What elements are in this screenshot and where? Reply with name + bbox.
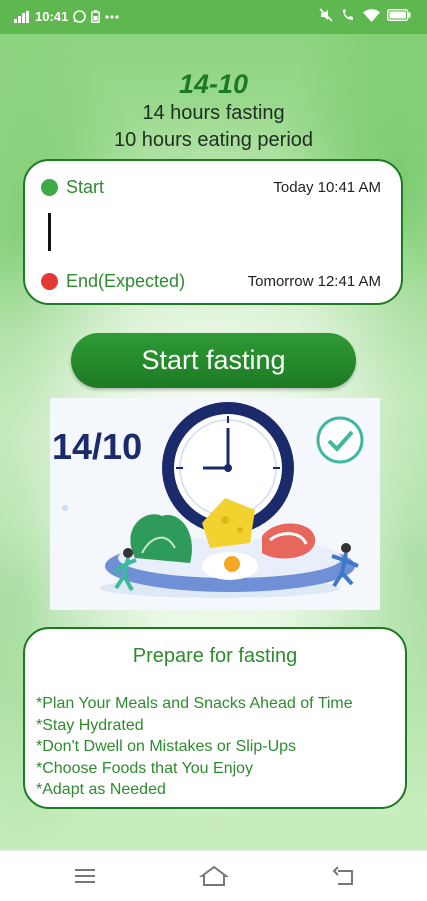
start-label-group: Start bbox=[41, 177, 104, 198]
whatsapp-icon bbox=[73, 10, 87, 23]
prepare-title: Prepare for fasting bbox=[132, 645, 298, 667]
signal-icon bbox=[14, 10, 29, 23]
fasting-illustration: 14/10 bbox=[50, 398, 380, 610]
battery-icon bbox=[387, 9, 411, 21]
timeline-bar bbox=[48, 213, 51, 251]
start-fasting-button[interactable]: Start fasting bbox=[71, 333, 356, 388]
end-row: End(Expected) Tomorrow 12:41 AM bbox=[41, 271, 381, 292]
list-item: *Plan Your Meals and Snacks Ahead of Tim… bbox=[36, 695, 353, 712]
start-label: Start bbox=[66, 177, 105, 197]
egg-icon bbox=[202, 552, 258, 580]
prepare-card: Prepare for fasting *Plan Your Meals and… bbox=[23, 627, 407, 809]
end-dot-icon bbox=[41, 273, 58, 290]
list-item: *Choose Foods that You Enjoy bbox=[36, 759, 254, 777]
plan-eating-line: 10 hours eating period bbox=[113, 129, 314, 151]
status-left: 10:41 bbox=[14, 9, 119, 24]
end-label: End(Expected) bbox=[66, 271, 186, 291]
list-item: *Stay Hydrated bbox=[36, 716, 144, 734]
status-time: 10:41 bbox=[35, 9, 69, 24]
start-time[interactable]: Today 10:41 AM bbox=[273, 179, 381, 196]
more-icon bbox=[105, 14, 119, 19]
status-bar: 10:41 bbox=[0, 0, 427, 34]
battery-saver-icon bbox=[91, 10, 101, 23]
illustration-label: 14/10 bbox=[52, 426, 143, 467]
back-icon[interactable] bbox=[330, 863, 360, 889]
plan-header: 14-10 14 hours fasting 10 hours eating p… bbox=[0, 68, 427, 154]
status-right bbox=[319, 8, 411, 22]
schedule-card: Start Today 10:41 AM End(Expected) Tomor… bbox=[23, 159, 403, 305]
start-dot-icon bbox=[41, 179, 58, 196]
plan-title: 14-10 bbox=[178, 69, 249, 99]
end-label-group: End(Expected) bbox=[41, 271, 185, 292]
list-item: *Adapt as Needed bbox=[36, 781, 166, 798]
end-time: Tomorrow 12:41 AM bbox=[247, 273, 381, 290]
home-icon[interactable] bbox=[199, 863, 229, 889]
list-item: *Don't Dwell on Mistakes or Slip-Ups bbox=[36, 738, 297, 755]
check-icon bbox=[316, 416, 364, 464]
plan-fasting-line: 14 hours fasting bbox=[142, 102, 285, 124]
prepare-tips-list: *Plan Your Meals and Snacks Ahead of Tim… bbox=[36, 693, 353, 801]
system-nav-bar bbox=[0, 850, 427, 901]
wifi-icon bbox=[363, 8, 380, 22]
mute-icon bbox=[319, 8, 333, 22]
start-row: Start Today 10:41 AM bbox=[41, 177, 381, 198]
menu-icon[interactable] bbox=[70, 863, 100, 889]
wifi-call-icon bbox=[343, 9, 353, 20]
lettuce-icon bbox=[130, 514, 192, 563]
